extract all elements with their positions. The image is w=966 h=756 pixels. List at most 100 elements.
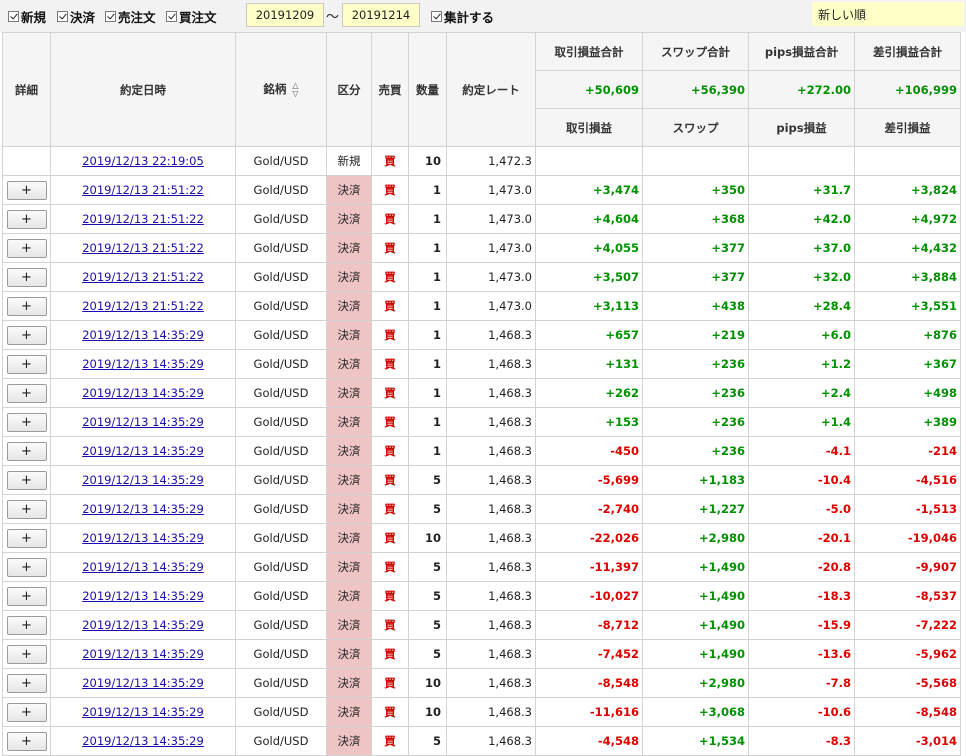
table-row: +2019/12/13 14:35:29 Gold/USD 決済買 5 1,468.3-… <box>2 639 961 669</box>
table-row: 2019/12/13 22:19:05 Gold/USD 新規買 10 1,472.3 <box>2 146 961 176</box>
rate-cell: 1,468.3 <box>446 378 536 408</box>
kubun-cell: 決済 <box>326 233 372 263</box>
swap-cell: +1,534 <box>642 726 749 756</box>
header-datetime[interactable]: 約定日時 <box>50 32 236 147</box>
datetime-cell: 2019/12/13 14:35:29 <box>50 697 236 727</box>
header-pips: pips損益 <box>748 108 855 147</box>
execution-datetime-link[interactable]: 2019/12/13 14:35:29 <box>82 734 204 748</box>
expand-detail-button[interactable]: + <box>6 470 47 490</box>
header-kubun: 区分 <box>326 32 372 147</box>
execution-datetime-link[interactable]: 2019/12/13 14:35:29 <box>82 531 204 545</box>
execution-datetime-link[interactable]: 2019/12/13 14:35:29 <box>82 618 204 632</box>
side-cell: 買 <box>371 146 409 176</box>
kubun-cell: 決済 <box>326 523 372 553</box>
execution-datetime-link[interactable]: 2019/12/13 14:35:29 <box>82 357 204 371</box>
checkbox-checked-icon <box>105 10 116 22</box>
expand-detail-button[interactable]: + <box>6 267 47 287</box>
qty-cell: 1 <box>408 291 447 321</box>
execution-datetime-link[interactable]: 2019/12/13 14:35:29 <box>82 415 204 429</box>
pl-cell: -4,548 <box>535 726 643 756</box>
net-cell: +389 <box>854 407 961 437</box>
rate-cell: 1,468.3 <box>446 668 536 698</box>
expand-detail-button[interactable]: + <box>6 354 47 374</box>
rate-cell: 1,472.3 <box>446 146 536 176</box>
pips-cell: -18.3 <box>748 581 855 611</box>
date-from-input[interactable]: 20191209 <box>246 3 324 27</box>
execution-datetime-link[interactable]: 2019/12/13 14:35:29 <box>82 444 204 458</box>
execution-datetime-link[interactable]: 2019/12/13 21:51:22 <box>82 299 204 313</box>
table-row: +2019/12/13 14:35:29 Gold/USD 決済買 5 1,468.3-… <box>2 465 961 495</box>
filter-buy-order-checkbox[interactable]: 買注文 <box>166 8 217 25</box>
expand-detail-button[interactable]: + <box>6 296 47 316</box>
table-row: +2019/12/13 14:35:29 Gold/USD 決済買 5 1,468.3-… <box>2 552 961 582</box>
expand-detail-button[interactable]: + <box>6 644 47 664</box>
filter-sell-order-checkbox[interactable]: 売注文 <box>105 8 156 25</box>
expand-detail-button[interactable]: + <box>6 383 47 403</box>
side-cell: 買 <box>371 639 409 669</box>
execution-datetime-link[interactable]: 2019/12/13 22:19:05 <box>82 154 204 168</box>
execution-datetime-link[interactable]: 2019/12/13 14:35:29 <box>82 473 204 487</box>
expand-detail-button[interactable]: + <box>6 238 47 258</box>
header-swap: スワップ <box>642 108 749 147</box>
expand-detail-button[interactable]: + <box>6 615 47 635</box>
expand-detail-button[interactable]: + <box>6 586 47 606</box>
table-row: +2019/12/13 14:35:29 Gold/USD 決済買 1 1,468.3 +… <box>2 320 961 350</box>
expand-detail-button[interactable]: + <box>6 325 47 345</box>
execution-datetime-link[interactable]: 2019/12/13 14:35:29 <box>82 328 204 342</box>
execution-datetime-link[interactable]: 2019/12/13 14:35:29 <box>82 589 204 603</box>
date-to-input[interactable]: 20191214 <box>342 3 420 27</box>
header-pl: 取引損益 <box>535 108 643 147</box>
swap-cell: +368 <box>642 204 749 234</box>
aggregate-checkbox[interactable]: 集計する <box>431 8 494 25</box>
expand-detail-button[interactable]: + <box>6 673 47 693</box>
execution-datetime-link[interactable]: 2019/12/13 14:35:29 <box>82 676 204 690</box>
datetime-cell: 2019/12/13 21:51:22 <box>50 233 236 263</box>
pl-cell: -10,027 <box>535 581 643 611</box>
header-symbol[interactable]: 銘柄 △ ▽ <box>235 32 327 147</box>
pl-cell: +3,507 <box>535 262 643 292</box>
expand-detail-button[interactable]: + <box>6 731 47 751</box>
datetime-cell: 2019/12/13 14:35:29 <box>50 378 236 408</box>
expand-detail-button[interactable]: + <box>6 180 47 200</box>
sort-order-select[interactable]: 新しい順 <box>812 2 964 26</box>
expand-detail-button[interactable]: + <box>6 557 47 577</box>
rate-cell: 1,468.3 <box>446 320 536 350</box>
side-cell: 買 <box>371 349 409 379</box>
detail-cell: + <box>2 349 51 379</box>
swap-cell: +236 <box>642 349 749 379</box>
detail-cell: + <box>2 291 51 321</box>
table-row: +2019/12/13 14:35:29 Gold/USD 決済買 10 1,468.3… <box>2 523 961 553</box>
pips-cell: -10.6 <box>748 697 855 727</box>
filter-new-label: 新規 <box>21 9 47 25</box>
sort-toggle-icon[interactable]: △ ▽ <box>292 81 298 98</box>
execution-datetime-link[interactable]: 2019/12/13 14:35:29 <box>82 502 204 516</box>
filter-new-checkbox[interactable]: 新規 <box>8 8 47 25</box>
expand-detail-button[interactable]: + <box>6 702 47 722</box>
detail-cell: + <box>2 726 51 756</box>
execution-datetime-link[interactable]: 2019/12/13 14:35:29 <box>82 560 204 574</box>
rate-cell: 1,468.3 <box>446 726 536 756</box>
execution-datetime-link[interactable]: 2019/12/13 14:35:29 <box>82 705 204 719</box>
header-symbol-label: 銘柄 <box>263 82 287 97</box>
execution-datetime-link[interactable]: 2019/12/13 14:35:29 <box>82 386 204 400</box>
expand-detail-button[interactable]: + <box>6 441 47 461</box>
execution-datetime-link[interactable]: 2019/12/13 21:51:22 <box>82 270 204 284</box>
kubun-cell: 決済 <box>326 436 372 466</box>
symbol-cell: Gold/USD <box>235 552 327 582</box>
side-cell: 買 <box>371 378 409 408</box>
symbol-cell: Gold/USD <box>235 204 327 234</box>
execution-datetime-link[interactable]: 2019/12/13 14:35:29 <box>82 647 204 661</box>
symbol-cell: Gold/USD <box>235 320 327 350</box>
pips-cell: -20.1 <box>748 523 855 553</box>
expand-detail-button[interactable]: + <box>6 412 47 432</box>
expand-detail-button[interactable]: + <box>6 528 47 548</box>
kubun-cell: 決済 <box>326 610 372 640</box>
execution-datetime-link[interactable]: 2019/12/13 21:51:22 <box>82 183 204 197</box>
expand-detail-button[interactable]: + <box>6 499 47 519</box>
filter-settle-checkbox[interactable]: 決済 <box>57 8 95 25</box>
execution-datetime-link[interactable]: 2019/12/13 21:51:22 <box>82 212 204 226</box>
kubun-cell: 決済 <box>326 668 372 698</box>
expand-detail-button[interactable]: + <box>6 209 47 229</box>
execution-datetime-link[interactable]: 2019/12/13 21:51:22 <box>82 241 204 255</box>
swap-cell: +2,980 <box>642 523 749 553</box>
